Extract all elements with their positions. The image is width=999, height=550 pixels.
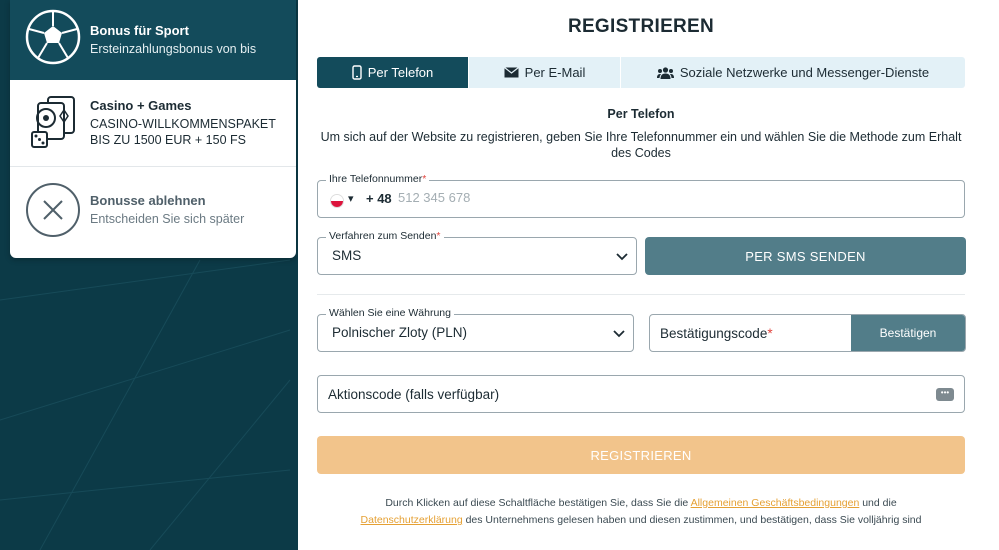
phone-label: Ihre Telefonnummer*: [326, 173, 430, 185]
bonus-option-decline[interactable]: Bonusse ablehnen Entscheiden Sie sich sp…: [10, 167, 296, 253]
promo-code-placeholder: Aktionscode (falls verfügbar): [328, 387, 500, 402]
users-icon: [656, 66, 674, 79]
mail-icon: [503, 67, 519, 78]
send-sms-button[interactable]: PER SMS SENDEN: [645, 237, 966, 275]
phone-icon: [352, 65, 362, 80]
confirm-button[interactable]: Bestätigen: [851, 315, 965, 351]
phone-country-code: + 48: [366, 191, 392, 206]
confirmation-code-placeholder: Bestätigungscode*: [660, 326, 773, 341]
currency-select[interactable]: Wählen Sie eine Währung Polnischer Zloty…: [317, 307, 634, 352]
tab-label: Soziale Netzwerke und Messenger-Dienste: [679, 65, 930, 80]
bonus-subtitle: CASINO-WILLKOMMENSPAKET BIS ZU 1500 EUR …: [90, 116, 276, 147]
promo-code-field[interactable]: Aktionscode (falls verfügbar) •••: [317, 375, 965, 413]
bonus-subtitle: Ersteinzahlungsbonus von bis: [90, 41, 257, 56]
register-button[interactable]: REGISTRIEREN: [317, 436, 965, 474]
bonus-subtitle: Entscheiden Sie sich später: [90, 211, 245, 226]
phone-input[interactable]: [398, 190, 698, 205]
message-icon: •••: [936, 388, 954, 401]
form-divider: [317, 294, 965, 295]
bonus-title: Bonus für Sport: [90, 22, 189, 38]
privacy-link[interactable]: Datenschutzerklärung: [361, 514, 463, 526]
bonus-panel: Bonus für Sport Ersteinzahlungsbonus von…: [10, 0, 296, 258]
confirmation-code-field[interactable]: Bestätigungscode* Bestätigen: [649, 314, 966, 352]
bonus-option-casino[interactable]: Casino + Games CASINO-WILLKOMMENSPAKET B…: [10, 80, 296, 166]
bonus-option-sport[interactable]: Bonus für Sport Ersteinzahlungsbonus von…: [10, 0, 296, 80]
section-description: Um sich auf der Website zu registrieren,…: [320, 130, 962, 161]
tab-label: Per E-Mail: [524, 65, 586, 80]
send-method-value: SMS: [332, 248, 362, 263]
terms-link[interactable]: Allgemeinen Geschäftsbedingungen: [691, 497, 860, 509]
tab-email[interactable]: Per E-Mail: [469, 57, 621, 88]
send-method-label: Verfahren zum Senden*: [326, 230, 444, 242]
bonus-title: Casino + Games: [90, 97, 192, 113]
registration-tabs: Per Telefon Per E-Mail Soziale Netzwerke…: [317, 57, 965, 88]
chevron-down-icon: [616, 253, 628, 261]
chevron-down-icon: [613, 330, 625, 338]
currency-value: Polnischer Zloty (PLN): [332, 325, 468, 340]
chevron-down-icon[interactable]: ▾: [348, 192, 354, 205]
bonus-title: Bonusse ablehnen: [90, 192, 206, 208]
casino-cards-dice-icon: [31, 96, 75, 148]
registration-form: REGISTRIEREN Per Telefon Per E-Mail Sozi…: [298, 0, 999, 550]
tab-social[interactable]: Soziale Netzwerke und Messenger-Dienste: [621, 57, 965, 88]
decline-x-icon: [26, 183, 80, 237]
send-method-select[interactable]: Verfahren zum Senden* SMS: [317, 230, 637, 275]
tab-phone[interactable]: Per Telefon: [317, 57, 469, 88]
tab-label: Per Telefon: [367, 65, 434, 80]
soccer-ball-icon: [25, 9, 81, 65]
poland-flag-icon[interactable]: [330, 194, 344, 208]
section-subheading: Per Telefon: [607, 107, 675, 121]
form-title: REGISTRIEREN: [567, 16, 715, 37]
terms-text: Durch Klicken auf diese Schaltfläche bes…: [360, 497, 922, 526]
currency-label: Wählen Sie eine Währung: [326, 307, 454, 319]
phone-field: Ihre Telefonnummer* ▾ + 48: [317, 173, 965, 218]
